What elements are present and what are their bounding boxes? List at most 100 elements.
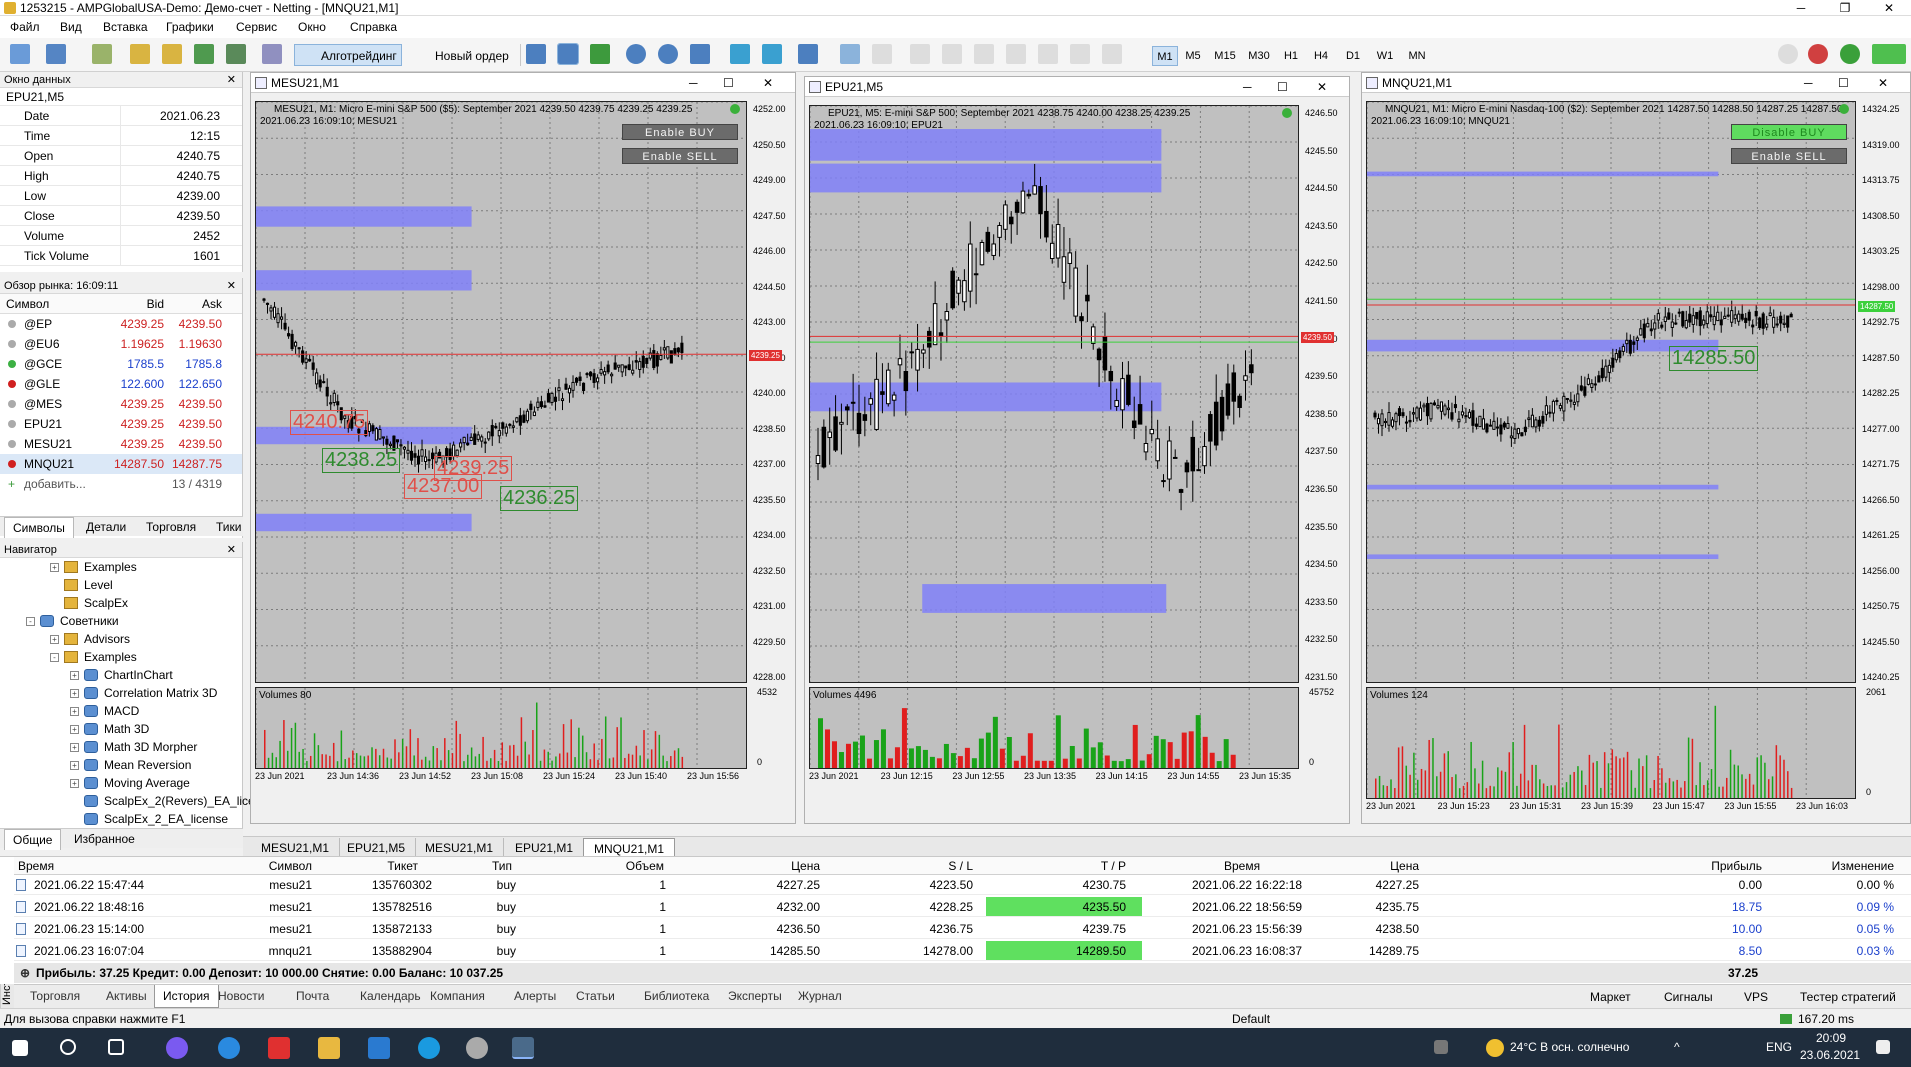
chart-maximize-button[interactable]: ☐ [1838, 73, 1849, 93]
collapse-icon[interactable]: - [50, 653, 59, 662]
history-col-header[interactable]: Время [1224, 857, 1260, 875]
chart-shift-icon[interactable] [762, 44, 782, 64]
tab-ticks[interactable]: Тики [208, 517, 249, 537]
price-axis[interactable]: 14324.25 14319.00 14313.75 14308.50 14303.25… [1858, 101, 1902, 683]
history-col-header[interactable]: Время [18, 857, 54, 875]
close-button[interactable]: ✕ [1867, 0, 1911, 16]
menu-window[interactable]: Окно [298, 16, 326, 38]
app-icon-1[interactable] [166, 1037, 188, 1059]
navigator-item[interactable]: ScalpEx_2_EA_license [0, 810, 230, 828]
profiles-icon[interactable] [46, 44, 66, 64]
metaeditor-icon[interactable] [262, 44, 282, 64]
new-chart-icon[interactable] [10, 44, 30, 64]
candlestick-chart[interactable] [1367, 102, 1855, 682]
trendline-icon[interactable] [974, 44, 994, 64]
navigator-item[interactable]: ScalpEx [0, 594, 230, 612]
chart-close-button[interactable]: ✕ [1317, 77, 1327, 97]
price-axis[interactable]: 4252.00 4250.50 4249.00 4247.50 4246.00 4244.… [749, 101, 793, 683]
history-col-header[interactable]: Объем [626, 857, 664, 875]
enable-sell-button[interactable]: Enable SELL [1731, 148, 1847, 164]
disable-buy-button[interactable]: Disable BUY [1731, 124, 1847, 140]
chart-maximize-button[interactable]: ☐ [1277, 77, 1288, 97]
expand-icon[interactable]: + [70, 761, 79, 770]
terminal-tab[interactable]: История [154, 985, 219, 1008]
market-watch-row[interactable]: MNQU21 14287.50 14287.75 [0, 454, 242, 474]
chart-window-titlebar[interactable]: MESU21,M1 ─ ☐ ✕ [251, 73, 795, 93]
language-indicator[interactable]: ENG [1766, 1040, 1792, 1054]
algo-trading-button[interactable]: Алготрейдинг [294, 44, 402, 66]
tf-mn-button[interactable]: MN [1404, 46, 1430, 66]
tester-tab[interactable]: Тестер стратегий [1800, 987, 1896, 1007]
chart-window-epu21[interactable]: EPU21,M5 ─ ☐ ✕ EPU21, M5: E-mini S&P 500: Se… [804, 76, 1350, 824]
tf-h4-button[interactable]: H4 [1308, 46, 1334, 66]
tf-h1-button[interactable]: H1 [1278, 46, 1304, 66]
menu-view[interactable]: Вид [60, 16, 82, 38]
col-bid[interactable]: Bid [147, 294, 164, 314]
navigator-icon[interactable] [162, 44, 182, 64]
terminal-tab[interactable]: Статьи [568, 985, 623, 1007]
chart-tab-mnqu21-m1[interactable]: MNQU21,M1 [583, 838, 676, 857]
chart-window-titlebar[interactable]: EPU21,M5 ─ ☐ ✕ [805, 77, 1349, 97]
history-col-header[interactable]: Цена [791, 857, 820, 875]
navigator-item[interactable]: + ChartInChart [0, 666, 230, 684]
history-col-header[interactable]: Цена [1390, 857, 1419, 875]
expand-icon[interactable]: + [50, 563, 59, 572]
market-watch-row[interactable]: @EP 4239.25 4239.50 [0, 314, 242, 334]
menu-charts[interactable]: Графики [166, 16, 214, 38]
history-col-header[interactable]: S / L [948, 857, 973, 875]
chart-minimize-button[interactable]: ─ [1243, 77, 1252, 97]
time-axis[interactable]: 23 Jun 2021 23 Jun 12:15 23 Jun 12:55 23 Ju… [809, 771, 1299, 785]
close-icon[interactable]: ✕ [227, 72, 236, 88]
expand-icon[interactable]: + [70, 707, 79, 716]
tf-d1-button[interactable]: D1 [1340, 46, 1366, 66]
zoom-out-icon[interactable] [658, 44, 678, 64]
expand-icon[interactable]: + [70, 725, 79, 734]
crosshair-icon[interactable] [872, 44, 892, 64]
person-icon[interactable] [1434, 1040, 1448, 1054]
market-watch-icon[interactable] [92, 44, 112, 64]
terminal-tab[interactable]: Новости [210, 985, 272, 1007]
yandex-icon[interactable] [268, 1037, 290, 1059]
expand-icon[interactable]: + [70, 779, 79, 788]
market-watch-row[interactable]: MESU21 4239.25 4239.50 [0, 434, 242, 454]
clock-time[interactable]: 20:09 [1816, 1031, 1846, 1045]
navigator-item[interactable]: Level [0, 576, 230, 594]
terminal-tab[interactable]: Библиотека [636, 985, 717, 1007]
maximize-button[interactable]: ❐ [1823, 0, 1867, 16]
explorer-icon[interactable] [318, 1037, 340, 1059]
navigator-item[interactable]: - Советники [0, 612, 230, 630]
new-order-button[interactable]: Новый ордер [408, 44, 514, 66]
volume-plot[interactable]: Volumes 4496 [809, 687, 1299, 769]
time-axis[interactable]: 23 Jun 2021 23 Jun 15:23 23 Jun 15:31 23 Ju… [1366, 801, 1856, 815]
shapes-icon[interactable] [1102, 44, 1122, 64]
chart-tab-mesu21-m1[interactable]: MESU21,M1 [251, 838, 341, 857]
history-row[interactable]: 2021.06.22 15:47:44 mesu21 135760302 buy 1 42… [14, 875, 1911, 895]
market-watch-add-row[interactable]: + добавить... 13 / 4319 [0, 474, 242, 494]
line-chart-icon[interactable] [590, 44, 610, 64]
expand-icon[interactable]: + [50, 635, 59, 644]
tf-m5-button[interactable]: M5 [1180, 46, 1206, 66]
tab-symbols[interactable]: Символы [4, 517, 74, 538]
volume-plot[interactable]: Volumes 124 [1366, 687, 1856, 799]
account-icon[interactable] [1840, 44, 1860, 64]
terminal-tab[interactable]: Алерты [506, 985, 564, 1007]
navigator-item[interactable]: + Moving Average [0, 774, 230, 792]
terminal-tab[interactable]: Журнал [790, 985, 850, 1007]
price-plot[interactable]: MNQU21, M1: Micro E-mini Nasdaq-100 ($2)… [1366, 101, 1856, 683]
chart-window-titlebar[interactable]: MNQU21,M1 ─ ☐ ✕ [1362, 73, 1910, 93]
minimize-button[interactable]: ─ [1779, 0, 1823, 16]
vps-tab[interactable]: VPS [1744, 987, 1768, 1007]
market-tab[interactable]: Маркет [1590, 987, 1631, 1007]
channel-icon[interactable] [1038, 44, 1058, 64]
text-icon[interactable] [1070, 44, 1090, 64]
bar-chart-icon[interactable] [526, 44, 546, 64]
edge-icon[interactable] [218, 1037, 240, 1059]
market-watch-row[interactable]: @MES 4239.25 4239.50 [0, 394, 242, 414]
terminal-tab[interactable]: Активы [98, 985, 155, 1007]
tf-m15-button[interactable]: M15 [1212, 46, 1238, 66]
tab-details[interactable]: Детали [78, 517, 134, 537]
collapse-icon[interactable]: - [26, 617, 35, 626]
tray-chevron-icon[interactable]: ^ [1674, 1040, 1680, 1054]
notifications-icon[interactable] [1808, 44, 1828, 64]
vertical-line-icon[interactable] [910, 44, 930, 64]
